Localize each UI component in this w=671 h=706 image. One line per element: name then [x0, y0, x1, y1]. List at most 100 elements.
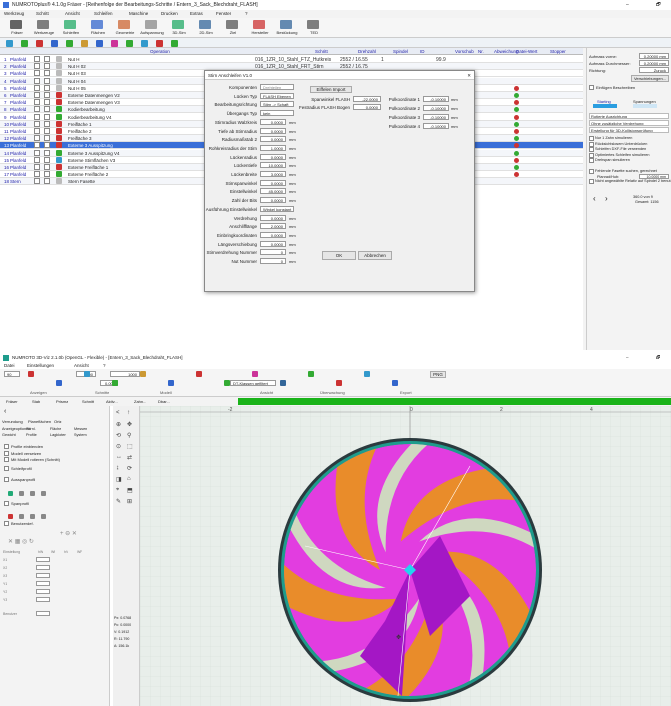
row-checkbox-2[interactable] — [44, 135, 50, 142]
row-checkbox-1[interactable] — [34, 63, 40, 70]
rp-field-value[interactable]: 0.20000 mm — [639, 53, 669, 59]
verschiebungen-button[interactable]: Verschiebungen... — [631, 75, 669, 82]
col-header-1[interactable]: Schritt — [315, 48, 328, 55]
dialog-input[interactable]: 0 — [260, 258, 286, 264]
left-subtab[interactable]: System — [74, 433, 87, 437]
profile-table-input[interactable] — [36, 597, 50, 602]
viz-menu-item-0[interactable]: Datei — [4, 362, 15, 369]
viz-tool-3-icon[interactable]: ✥ — [127, 421, 132, 428]
row-checkbox-1[interactable] — [34, 84, 40, 91]
row-checkbox-1[interactable] — [34, 99, 40, 106]
tb2-10-icon[interactable] — [156, 40, 163, 47]
row-operation[interactable]: Externe 3 Ausspitzung V4 — [68, 151, 148, 156]
profile-table-input[interactable] — [36, 611, 50, 616]
row-checkbox-1[interactable] — [34, 149, 40, 156]
dialog-input[interactable]: 0.0000 — [260, 231, 286, 238]
col-header-9[interactable]: Stopper — [550, 48, 566, 55]
row-checkbox-2[interactable] — [44, 63, 50, 70]
tb2-3-icon[interactable] — [51, 40, 58, 47]
dialog-right-input[interactable]: -0.10000 — [423, 114, 449, 120]
col-header-4[interactable]: ID — [420, 48, 425, 55]
row-checkbox-1[interactable] — [34, 77, 40, 84]
left-tab[interactable]: Planeflächen — [28, 419, 51, 424]
viz-tool-16-icon[interactable]: ✎ — [116, 498, 121, 505]
viz-tool-0-icon[interactable]: < — [116, 410, 120, 416]
bar2-item[interactable]: Stab — [32, 399, 40, 404]
left-subtab[interactable]: Fläche — [50, 427, 61, 431]
viz-tool-11-icon[interactable]: ⟳ — [127, 465, 132, 472]
ribbon-6-icon[interactable] — [196, 371, 202, 377]
row-checkbox-1[interactable] — [34, 106, 40, 113]
row-checkbox-2[interactable] — [44, 171, 50, 178]
nav-next-icon[interactable]: › — [605, 194, 608, 203]
left-checkbox[interactable] — [4, 451, 9, 456]
row-operation[interactable]: Nut H 04 — [68, 79, 148, 84]
rp-checkbox[interactable] — [589, 136, 594, 141]
row-operation[interactable]: Externe Datenmengen V3 — [68, 100, 148, 105]
toolbar-7-icon[interactable] — [199, 20, 211, 29]
viz-tool-1-icon[interactable]: ↑ — [127, 410, 130, 416]
dialog-dropdown[interactable]: FLASH Ebenen — [260, 92, 294, 99]
dialog-dropdown[interactable]: kein — [260, 110, 294, 117]
dialog-input[interactable]: 0.0000 — [260, 240, 286, 247]
rp-checkbox[interactable] — [589, 179, 594, 184]
table-tools-icon[interactable]: ✕ ▦ ◎ ↻ — [8, 538, 34, 545]
profile-swatch-icon[interactable] — [19, 491, 24, 496]
tb2-11-icon[interactable] — [171, 40, 178, 47]
toolbar-1-icon[interactable] — [37, 20, 49, 29]
row-checkbox-2[interactable] — [44, 77, 50, 84]
row-operation[interactable]: Freifläche 1 — [68, 122, 148, 127]
dialog-input[interactable]: 2.0000 — [260, 223, 286, 230]
ribbon-5-icon[interactable] — [168, 380, 174, 386]
col-header-2[interactable]: Drehzahl — [358, 48, 376, 55]
ribbon-8-icon[interactable] — [252, 371, 258, 377]
row-checkbox-1[interactable] — [34, 92, 40, 98]
row-checkbox-2[interactable] — [44, 120, 50, 127]
import-button[interactable]: Eiffelen Import — [310, 86, 352, 93]
dialog-right-input[interactable]: -0.10000 — [423, 96, 449, 102]
ribbon-7-icon[interactable] — [224, 380, 230, 386]
left-checkbox[interactable] — [4, 457, 9, 462]
menu-item-6[interactable]: Extras — [190, 10, 203, 18]
toolbar-3-icon[interactable] — [91, 20, 103, 29]
col-header-8[interactable]: Datei-Wert — [516, 48, 537, 55]
row-checkbox-1[interactable] — [34, 171, 40, 178]
row-operation[interactable]: Externe Freifläche 1 — [68, 165, 148, 170]
col-header-7[interactable]: Abweichung — [494, 48, 519, 55]
dialog-input[interactable]: 3.0000 — [260, 171, 286, 177]
row-operation[interactable]: Externe Stirnflächen V3 — [68, 158, 148, 163]
profile-swatch-icon[interactable] — [30, 491, 35, 496]
row-checkbox-1[interactable] — [34, 70, 40, 77]
row-operation[interactable]: Externe 3 Ausspitzung — [68, 143, 148, 148]
toolbar-5-icon[interactable] — [145, 20, 157, 29]
ribbon-13-icon[interactable] — [392, 380, 398, 386]
menu-item-2[interactable]: Ansicht — [65, 10, 80, 18]
col-header-6[interactable]: Nr. — [478, 48, 484, 55]
viz-tool-13-icon[interactable]: ⌂ — [127, 476, 131, 482]
nav-prev-icon[interactable]: ‹ — [593, 194, 596, 203]
profile-table-input[interactable] — [36, 581, 50, 586]
dialog-dropdown[interactable]: Stirn -> Schaft — [260, 101, 294, 108]
row-checkbox-2[interactable] — [44, 56, 50, 62]
tb2-9-icon[interactable] — [141, 40, 148, 47]
tb2-8-icon[interactable] — [126, 40, 133, 47]
row-checkbox-2[interactable] — [44, 70, 50, 77]
row-operation[interactable]: Kodierbearbeitung — [68, 107, 148, 112]
row-operation[interactable]: Nut H 03 — [68, 71, 148, 76]
menu-item-8[interactable]: ? — [245, 10, 248, 18]
row-checkbox-2[interactable] — [44, 164, 50, 170]
left-subtab[interactable]: Lagkloten — [50, 433, 66, 437]
toolbar-0-icon[interactable] — [10, 20, 22, 29]
row-checkbox-2[interactable] — [44, 84, 50, 91]
viz-tool-6-icon[interactable]: ⊙ — [116, 443, 121, 450]
rp-checkbox[interactable] — [589, 152, 594, 158]
row-operation[interactable]: Externe Freifläche 2 — [68, 172, 148, 177]
dialog-right-input[interactable]: -0.10000 — [423, 123, 449, 129]
bar2-item[interactable]: Aktiv... — [106, 399, 118, 404]
dialog-input[interactable]: 45.0000 — [260, 188, 286, 195]
menu-item-7[interactable]: Fenster — [216, 10, 231, 18]
dialog-dropdown[interactable]: Winkel konstant — [260, 205, 294, 212]
viz-tool-7-icon[interactable]: ⬚ — [127, 443, 133, 450]
rp-option[interactable]: Rotierte Ausrichtung — [589, 113, 669, 119]
viz-tool-8-icon[interactable]: ↔ — [116, 454, 122, 460]
